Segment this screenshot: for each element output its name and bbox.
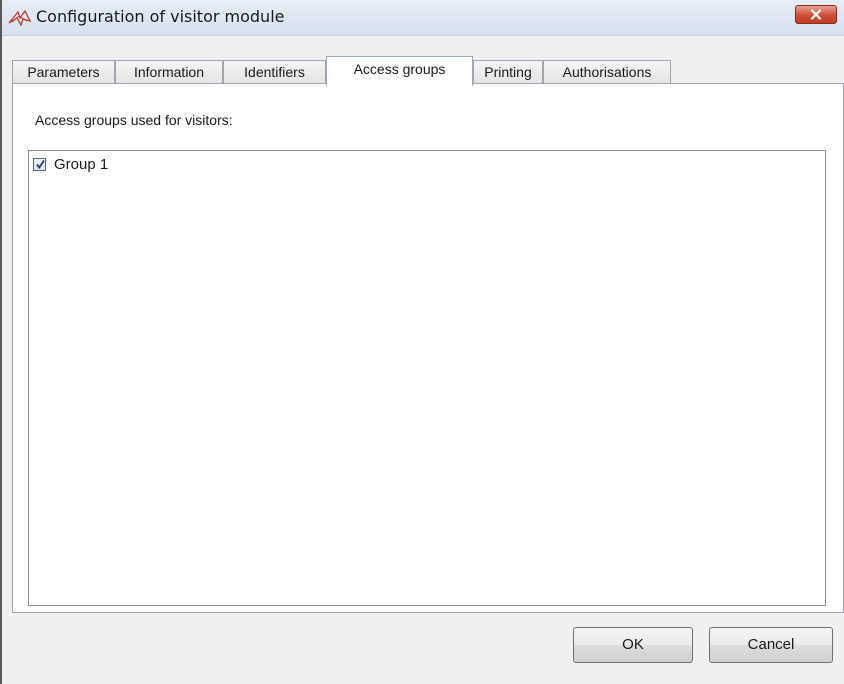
access-groups-list[interactable]: Group 1 (28, 150, 826, 606)
group-label: Group 1 (54, 155, 109, 173)
tab-access-groups[interactable]: Access groups (326, 56, 473, 86)
tab-authorisations[interactable]: Authorisations (543, 60, 671, 84)
app-logo-icon (8, 9, 32, 27)
group-checkbox[interactable] (33, 157, 46, 171)
tab-parameters[interactable]: Parameters (12, 60, 115, 84)
ok-button[interactable]: OK (573, 627, 693, 663)
title-bar: Configuration of visitor module (2, 0, 844, 36)
tab-identifiers[interactable]: Identifiers (223, 60, 326, 84)
access-groups-label: Access groups used for visitors: (35, 112, 233, 128)
list-item[interactable]: Group 1 (33, 154, 108, 174)
cancel-button[interactable]: Cancel (709, 627, 833, 663)
tab-printing[interactable]: Printing (473, 60, 543, 84)
dialog-window: Configuration of visitor module Paramete… (0, 0, 844, 684)
tab-information[interactable]: Information (115, 60, 223, 84)
window-title: Configuration of visitor module (36, 7, 285, 26)
tab-panel-access-groups: Access groups used for visitors: Group 1 (12, 83, 844, 613)
close-button[interactable] (795, 5, 837, 24)
